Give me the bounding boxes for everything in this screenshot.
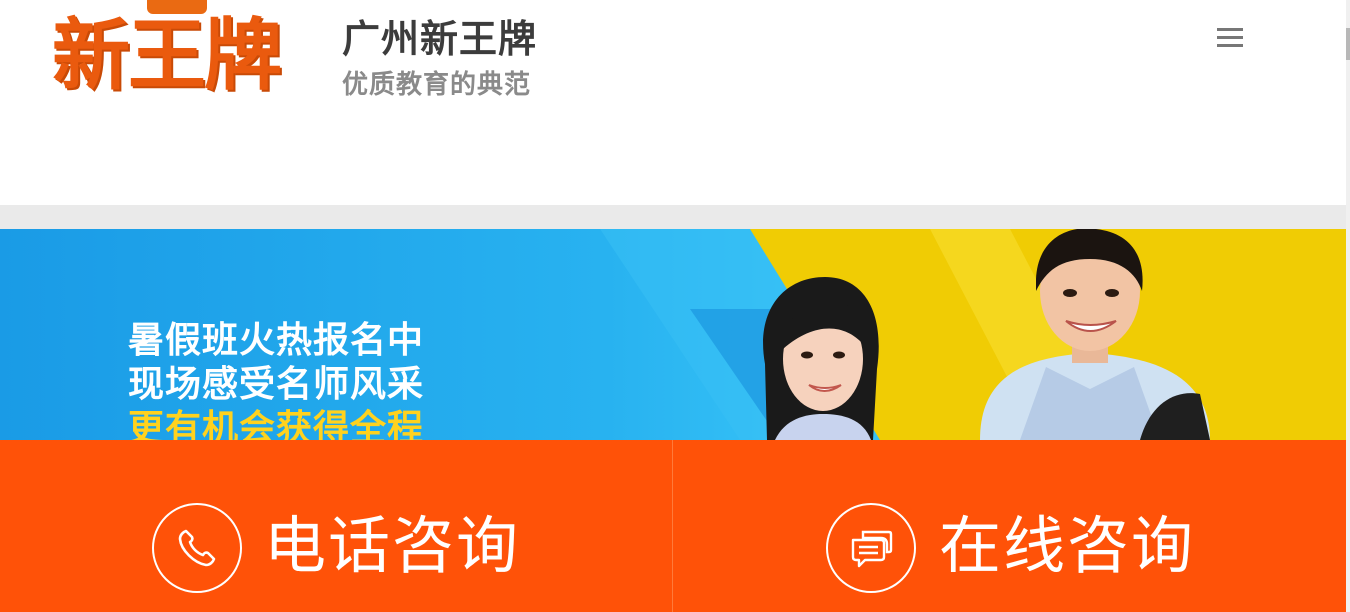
banner-line-1: 暑假班火热报名中 [128, 320, 425, 361]
online-consult-label: 在线咨询 [939, 509, 1196, 582]
header-separator [0, 205, 1346, 229]
banner-line-3: 更有机会获得全程 [128, 408, 425, 440]
scrollbar-thumb[interactable] [1346, 28, 1350, 60]
page-scrollbar[interactable] [1346, 0, 1350, 612]
online-consult-button[interactable]: 在线咨询 [673, 440, 1345, 612]
menu-bar [1217, 36, 1243, 39]
promo-banner[interactable]: 暑假班火热报名中 现场感受名师风采 更有机会获得全程 [0, 229, 1346, 440]
chat-bubbles-icon [826, 503, 916, 593]
phone-icon [152, 503, 242, 593]
banner-line-2: 现场感受名师风采 [128, 364, 425, 405]
student-boy-image [980, 229, 1210, 440]
logo-name: 广州新王牌 [342, 17, 538, 61]
contact-bar: 电话咨询 在线咨询 [0, 440, 1346, 612]
menu-bar [1217, 44, 1243, 47]
site-logo[interactable]: 新王牌 广州新王牌 优质教育的典范 [52, 0, 562, 110]
site-header: 新王牌 广州新王牌 优质教育的典范 [0, 0, 1346, 205]
menu-bar [1217, 28, 1243, 31]
phone-consult-label: 电话咨询 [264, 509, 521, 582]
logo-mark: 新王牌 [52, 11, 282, 101]
phone-consult-button[interactable]: 电话咨询 [0, 440, 672, 612]
banner-headline: 暑假班火热报名中 现场感受名师风采 更有机会获得全程 [128, 319, 424, 440]
logo-slogan: 优质教育的典范 [342, 70, 532, 100]
student-girl-image [763, 277, 879, 440]
hamburger-menu-icon[interactable] [1208, 20, 1252, 56]
